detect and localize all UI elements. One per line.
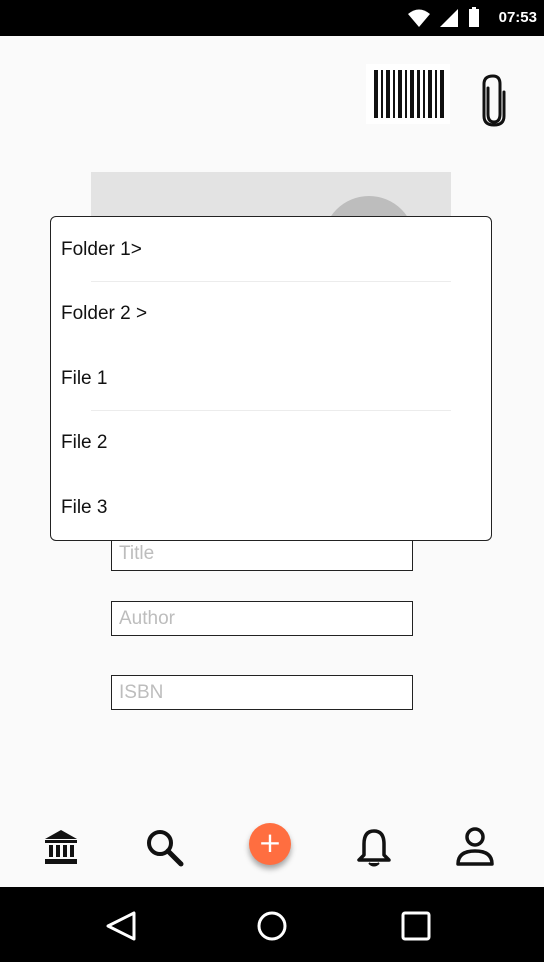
- home-icon[interactable]: [256, 910, 288, 947]
- add-button[interactable]: +: [249, 823, 291, 865]
- barcode-icon[interactable]: [366, 64, 450, 124]
- system-navigation-bar: [0, 887, 544, 962]
- library-icon[interactable]: [43, 828, 79, 871]
- author-input[interactable]: [111, 601, 413, 636]
- menu-item-file-2[interactable]: File 2: [61, 432, 107, 454]
- search-icon[interactable]: [145, 828, 185, 873]
- profile-icon[interactable]: [455, 826, 495, 873]
- back-icon[interactable]: [104, 909, 138, 948]
- status-time: 07:53: [498, 9, 537, 26]
- wifi-icon: [408, 9, 430, 27]
- status-icons: [406, 6, 496, 35]
- paperclip-icon[interactable]: [474, 72, 514, 133]
- signal-icon: [440, 9, 458, 27]
- status-bar: 07:53: [0, 0, 544, 36]
- menu-item-file-1[interactable]: File 1: [61, 368, 107, 390]
- battery-icon: [469, 7, 479, 27]
- bell-icon[interactable]: [356, 828, 392, 873]
- folder-dropdown-menu: Folder 1> Folder 2 > File 1 File 2 File …: [50, 216, 492, 541]
- menu-item-file-3[interactable]: File 3: [61, 497, 107, 519]
- menu-item-folder-2[interactable]: Folder 2 >: [61, 303, 147, 325]
- add-icon: +: [258, 826, 282, 859]
- menu-item-folder-1[interactable]: Folder 1>: [61, 239, 142, 261]
- recents-icon[interactable]: [401, 911, 431, 946]
- title-input[interactable]: [111, 536, 413, 571]
- menu-divider: [91, 281, 451, 282]
- isbn-input[interactable]: [111, 675, 413, 710]
- menu-divider: [91, 410, 451, 411]
